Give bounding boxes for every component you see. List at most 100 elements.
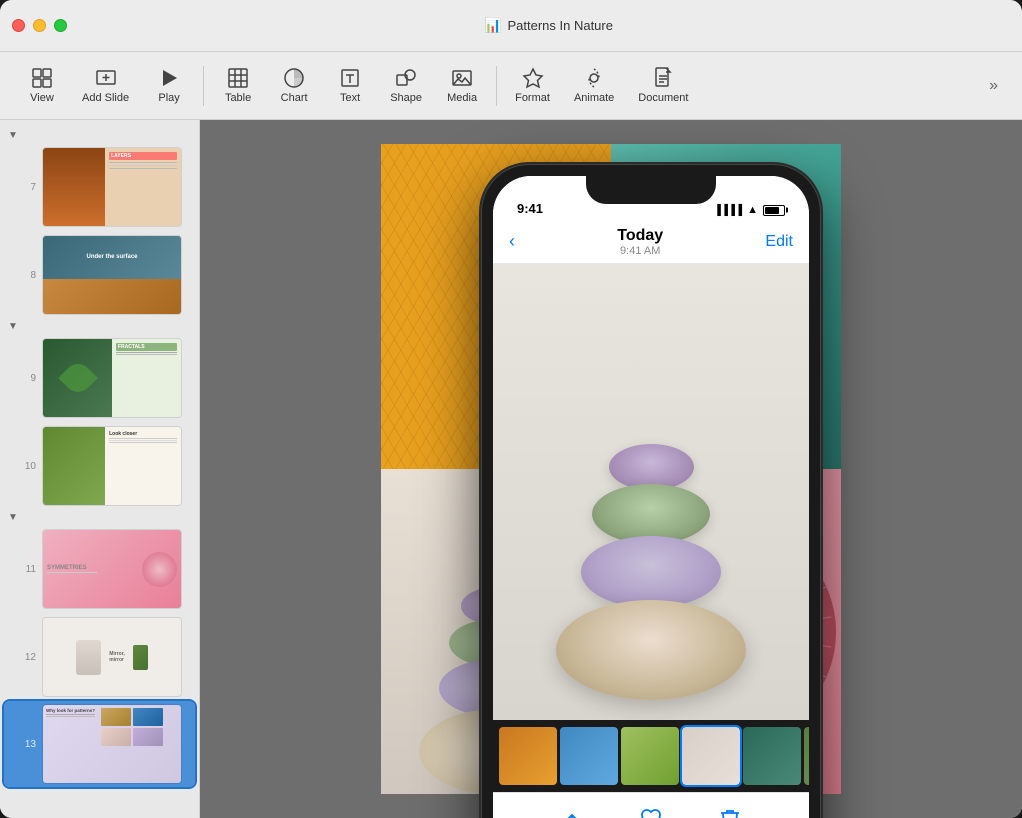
urchin-stack-iphone bbox=[556, 264, 746, 720]
slide-group-header-9: ▼ bbox=[0, 319, 199, 334]
chevron-down-icon-9: ▼ bbox=[8, 321, 18, 332]
sep-2 bbox=[496, 66, 497, 106]
slide-item-7[interactable]: 7 LAYERS bbox=[4, 144, 195, 230]
slide-group-header-11: ▼ bbox=[0, 510, 199, 525]
view-label: View bbox=[30, 92, 54, 104]
slide-thumb-12: Mirror,mirror bbox=[42, 617, 182, 697]
table-icon bbox=[227, 67, 249, 89]
status-icons: ▐▐▐▐ ▲ bbox=[714, 204, 785, 216]
strip-thumb-2[interactable] bbox=[560, 727, 618, 785]
media-label: Media bbox=[447, 92, 477, 104]
toolbar-shape[interactable]: Shape bbox=[380, 61, 432, 110]
slide-number-12: 12 bbox=[20, 652, 36, 663]
slide-number-8: 8 bbox=[20, 270, 36, 281]
titlebar: 📊 Patterns In Nature bbox=[0, 0, 1022, 52]
share-button[interactable] bbox=[560, 807, 584, 818]
chevron-down-icon: ▼ bbox=[8, 130, 18, 141]
toolbar-format[interactable]: Format bbox=[505, 61, 560, 110]
play-icon bbox=[158, 67, 180, 89]
slide-group-header-7: ▼ bbox=[0, 128, 199, 143]
nav-title: Today bbox=[515, 227, 765, 245]
slide-number-11: 11 bbox=[20, 564, 36, 575]
maximize-button[interactable] bbox=[54, 19, 67, 32]
nav-subtitle: 9:41 AM bbox=[515, 245, 765, 257]
slide-item-13[interactable]: 13 Why look for patterns? bbox=[4, 701, 195, 787]
expand-toolbar[interactable]: » bbox=[981, 73, 1006, 99]
view-icon bbox=[31, 67, 53, 89]
slide-item-9[interactable]: 9 FRACTALS bbox=[4, 335, 195, 421]
urchin-iphone-2 bbox=[592, 484, 710, 544]
status-time: 9:41 bbox=[517, 201, 543, 216]
toolbar: View Add Slide Play bbox=[0, 52, 1022, 120]
toolbar-table[interactable]: Table bbox=[212, 61, 264, 110]
format-label: Format bbox=[515, 92, 550, 104]
strip-thumb-3[interactable] bbox=[621, 727, 679, 785]
shape-label: Shape bbox=[390, 92, 422, 104]
toolbar-view[interactable]: View bbox=[16, 61, 68, 110]
slide-number-9: 9 bbox=[20, 373, 36, 384]
toolbar-add-slide[interactable]: Add Slide bbox=[72, 61, 139, 110]
iphone-overlay: 9:41 ▐▐▐▐ ▲ bbox=[481, 164, 821, 818]
strip-thumb-5[interactable] bbox=[743, 727, 801, 785]
minimize-button[interactable] bbox=[33, 19, 46, 32]
wifi-icon: ▲ bbox=[747, 204, 758, 216]
iphone-bottom-toolbar bbox=[493, 792, 809, 818]
window-title: 📊 Patterns In Nature bbox=[87, 17, 1010, 34]
text-icon bbox=[339, 67, 361, 89]
slide-group-9: ▼ 9 FRACTALS bbox=[0, 319, 199, 421]
slide-thumb-7: LAYERS bbox=[42, 147, 182, 227]
toolbar-media[interactable]: Media bbox=[436, 61, 488, 110]
app-icon: 📊 bbox=[484, 17, 501, 34]
slide-stage: 🐝 bbox=[381, 144, 841, 794]
slide-thumb-8: Under the surface bbox=[42, 235, 182, 315]
traffic-lights bbox=[12, 19, 67, 32]
table-label: Table bbox=[225, 92, 251, 104]
iphone-screen: 9:41 ▐▐▐▐ ▲ bbox=[493, 176, 809, 818]
text-label: Text bbox=[340, 92, 360, 104]
toolbar-text[interactable]: Text bbox=[324, 61, 376, 110]
slide-item-11[interactable]: 11 SYMMETRIES bbox=[4, 526, 195, 612]
app-window: 📊 Patterns In Nature View Add Slide bbox=[0, 0, 1022, 818]
add-slide-label: Add Slide bbox=[82, 92, 129, 104]
urchin-photo-content bbox=[493, 264, 809, 720]
signal-icon: ▐▐▐▐ bbox=[714, 205, 742, 216]
shape-icon bbox=[395, 67, 417, 89]
slide-item-10[interactable]: 10 Look closer bbox=[4, 423, 195, 509]
heart-button[interactable] bbox=[639, 807, 663, 818]
slide-thumb-9: FRACTALS bbox=[42, 338, 182, 418]
media-icon bbox=[451, 67, 473, 89]
chart-label: Chart bbox=[281, 92, 308, 104]
toolbar-document[interactable]: Document bbox=[628, 61, 698, 110]
strip-thumb-4-active[interactable] bbox=[682, 727, 740, 785]
animate-label: Animate bbox=[574, 92, 614, 104]
iphone-frame: 9:41 ▐▐▐▐ ▲ bbox=[481, 164, 821, 818]
battery-icon bbox=[763, 205, 785, 216]
edit-button[interactable]: Edit bbox=[765, 233, 793, 251]
toolbar-play[interactable]: Play bbox=[143, 61, 195, 110]
slide-group-11: ▼ 11 SYMMETRIES bbox=[0, 510, 199, 612]
strip-thumb-6[interactable] bbox=[804, 727, 809, 785]
title-text: Patterns In Nature bbox=[507, 18, 613, 33]
trash-button[interactable] bbox=[718, 807, 742, 818]
slide-number-10: 10 bbox=[20, 461, 36, 472]
add-slide-icon bbox=[95, 67, 117, 89]
toolbar-chart[interactable]: Chart bbox=[268, 61, 320, 110]
slide-thumb-10: Look closer bbox=[42, 426, 182, 506]
close-button[interactable] bbox=[12, 19, 25, 32]
slide-thumb-13: Why look for patterns? bbox=[42, 704, 182, 784]
slide-thumb-11: SYMMETRIES bbox=[42, 529, 182, 609]
slide-panel: ▼ 7 LAYERS bbox=[0, 120, 200, 818]
slide-number-13: 13 bbox=[20, 739, 36, 750]
nav-center: Today 9:41 AM bbox=[515, 227, 765, 257]
strip-thumb-1[interactable] bbox=[499, 727, 557, 785]
urchin-iphone-3 bbox=[581, 536, 721, 608]
slide-number-7: 7 bbox=[20, 182, 36, 193]
toolbar-animate[interactable]: Animate bbox=[564, 61, 624, 110]
document-icon bbox=[652, 67, 674, 89]
slide-item-12[interactable]: 12 Mirror,mirror bbox=[4, 614, 195, 700]
iphone-nav: ‹ Today 9:41 AM Edit bbox=[493, 220, 809, 264]
document-label: Document bbox=[638, 92, 688, 104]
battery-fill bbox=[765, 207, 779, 214]
slide-item-8[interactable]: 8 Under the surface bbox=[4, 232, 195, 318]
iphone-main-photo bbox=[493, 264, 809, 720]
